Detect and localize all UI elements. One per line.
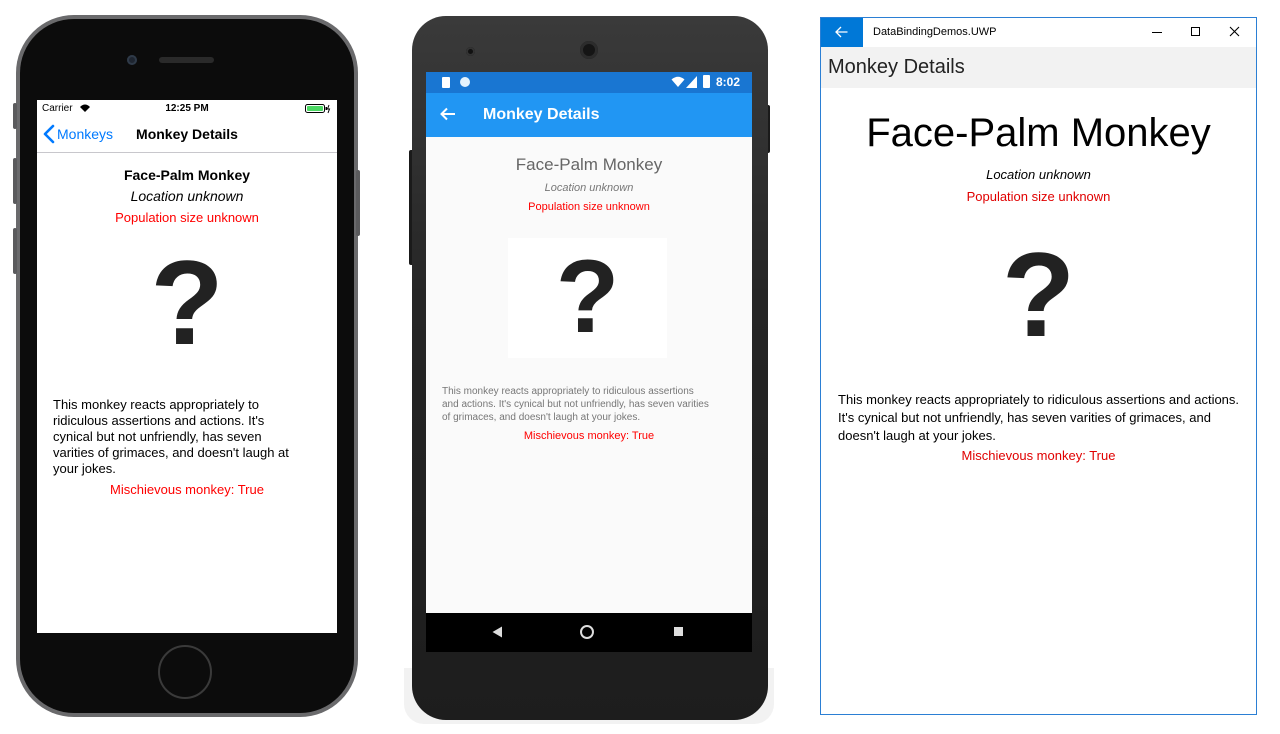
monkey-population: Population size unknown bbox=[528, 201, 650, 213]
description-line: varities of grimaces, and doesn't laugh … bbox=[53, 445, 289, 460]
speaker-grille bbox=[580, 41, 598, 59]
description-line: doesn't laugh at your jokes. bbox=[838, 428, 996, 443]
android-screen: 8:02 Monkey Details Face-Palm Monkey Loc… bbox=[426, 72, 752, 652]
question-mark-image: ? bbox=[1001, 228, 1076, 362]
monkey-description: This monkey reacts appropriately to ridi… bbox=[53, 397, 333, 477]
home-button[interactable] bbox=[158, 645, 212, 699]
monkey-location: Location unknown bbox=[986, 167, 1091, 182]
description-line: It's cynical but not unfriendly, has sev… bbox=[838, 410, 1211, 425]
monkey-location: Location unknown bbox=[544, 182, 634, 194]
nav-separator bbox=[37, 152, 337, 153]
uwp-title-bar: DataBindingDemos.UWP bbox=[821, 18, 1256, 47]
signal-icon bbox=[686, 76, 697, 88]
minimize-icon[interactable] bbox=[1152, 32, 1162, 33]
close-icon[interactable] bbox=[1229, 26, 1240, 37]
battery-icon bbox=[703, 75, 710, 88]
speaker-grille bbox=[159, 57, 214, 63]
iphone-power-button bbox=[356, 170, 360, 236]
window-title: DataBindingDemos.UWP bbox=[873, 26, 997, 38]
mischievous-label: Mischievous monkey: True bbox=[523, 430, 655, 442]
uwp-back-button[interactable] bbox=[821, 18, 863, 47]
front-camera-icon bbox=[127, 55, 137, 65]
iphone-mute-switch bbox=[13, 103, 17, 129]
description-line: your jokes. bbox=[53, 461, 116, 476]
battery-icon bbox=[305, 104, 331, 114]
back-arrow-icon[interactable] bbox=[440, 107, 456, 121]
description-line: This monkey reacts appropriately to bbox=[53, 397, 259, 412]
back-arrow-icon bbox=[835, 26, 848, 38]
carrier-label: Carrier bbox=[42, 103, 73, 114]
uwp-window: DataBindingDemos.UWP Monkey Details Face… bbox=[820, 17, 1257, 715]
wifi-icon bbox=[79, 103, 91, 113]
maximize-icon[interactable] bbox=[1191, 27, 1200, 36]
monkey-location: Location unknown bbox=[130, 188, 244, 204]
uwp-page-header: Monkey Details bbox=[821, 47, 1256, 88]
monkey-population: Population size unknown bbox=[966, 189, 1111, 204]
monkey-name: Face-Palm Monkey bbox=[123, 167, 251, 183]
notification-icon bbox=[460, 77, 470, 87]
sd-card-icon bbox=[442, 77, 450, 88]
nav-back-icon[interactable] bbox=[492, 626, 503, 638]
back-chevron-icon[interactable] bbox=[43, 124, 55, 144]
iphone-volume-down bbox=[13, 228, 17, 274]
iphone-volume-up bbox=[13, 158, 17, 204]
monkey-name: Face-Palm Monkey bbox=[866, 111, 1211, 155]
monkey-population: Population size unknown bbox=[115, 210, 259, 225]
description-line: of grimaces, and doesn't laugh at your j… bbox=[442, 412, 641, 423]
android-app-bar: Monkey Details bbox=[426, 93, 752, 137]
ios-screen: Carrier 12:25 PM Monkeys Monkey Details … bbox=[37, 100, 337, 633]
description-line: This monkey reacts appropriately to ridi… bbox=[838, 392, 1240, 407]
question-mark-image: ? bbox=[150, 236, 224, 370]
nav-title: Monkey Details bbox=[136, 126, 238, 142]
description-line: ridiculous assertions and actions. It's bbox=[53, 413, 265, 428]
monkey-description: This monkey reacts appropriately to ridi… bbox=[442, 385, 747, 424]
question-mark-image: ? bbox=[555, 239, 620, 355]
ios-clock: 12:25 PM bbox=[165, 103, 209, 114]
nav-home-icon[interactable] bbox=[580, 625, 594, 639]
wifi-icon bbox=[671, 76, 685, 88]
description-line: cynical but not unfriendly, has seven bbox=[53, 429, 262, 444]
front-camera-icon bbox=[466, 47, 475, 56]
android-nav-bar bbox=[426, 613, 752, 652]
page-title: Monkey Details bbox=[828, 56, 965, 78]
back-button[interactable]: Monkeys bbox=[57, 126, 113, 142]
monkey-description: This monkey reacts appropriately to ridi… bbox=[838, 391, 1248, 445]
mischievous-label: Mischievous monkey: True bbox=[110, 482, 264, 497]
description-line: This monkey reacts appropriately to ridi… bbox=[442, 386, 694, 397]
android-clock: 8:02 bbox=[716, 75, 741, 89]
nav-title: Monkey Details bbox=[483, 106, 600, 123]
monkey-name: Face-Palm Monkey bbox=[515, 155, 663, 174]
nav-recents-icon[interactable] bbox=[674, 627, 683, 636]
mischievous-label: Mischievous monkey: True bbox=[961, 448, 1116, 463]
android-status-bar: 8:02 bbox=[426, 72, 752, 93]
description-line: and actions. It's cynical but not unfrie… bbox=[442, 399, 709, 410]
